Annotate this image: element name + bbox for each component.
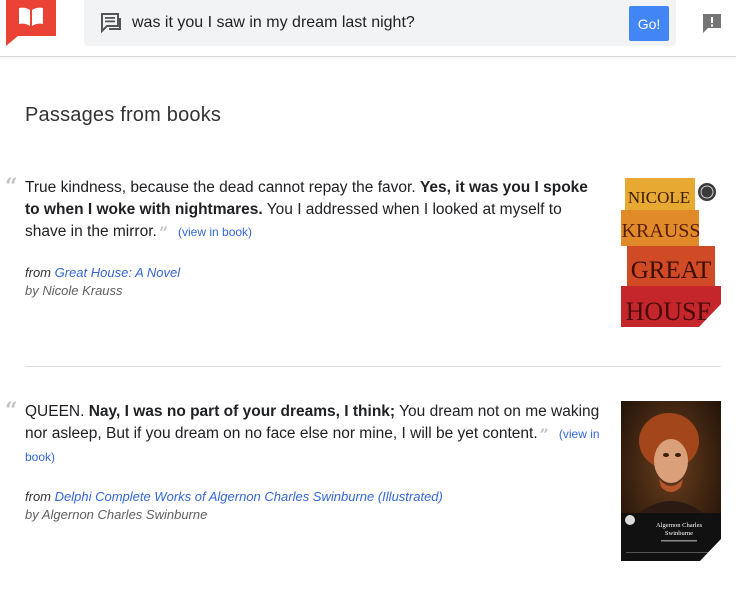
book-title-link[interactable]: Great House: A Novel	[55, 265, 180, 280]
search-box: Go!	[84, 0, 676, 46]
book-source: from Delphi Complete Works of Algernon C…	[25, 489, 443, 504]
view-in-book-link[interactable]: (view in book)	[178, 225, 252, 239]
chat-bubble-icon	[101, 13, 121, 34]
feedback-icon[interactable]	[701, 12, 723, 34]
passage-text: True kindness, because the dead cannot r…	[25, 179, 588, 242]
book-author: by Algernon Charles Swinburne	[25, 507, 208, 522]
svg-text:HOUSE: HOUSE	[626, 297, 713, 326]
book-cover-art: Algernon Charles Swinburne	[621, 401, 721, 561]
open-quote-icon: “	[5, 398, 18, 424]
svg-text:NICOLE: NICOLE	[628, 188, 690, 207]
top-bar: Go!	[0, 0, 736, 57]
svg-text:Swinburne: Swinburne	[665, 530, 693, 537]
svg-text:GREAT: GREAT	[631, 257, 712, 284]
book-cover-great-house[interactable]: NICOLE KRAUSS GREAT HOUSE	[621, 178, 721, 327]
svg-text:Algernon Charles: Algernon Charles	[656, 522, 703, 529]
search-input[interactable]	[132, 0, 612, 46]
book-title-link[interactable]: Delphi Complete Works of Algernon Charle…	[55, 489, 443, 504]
passage-text: QUEEN. Nay, I was no part of your dreams…	[25, 403, 600, 464]
go-button[interactable]: Go!	[629, 6, 669, 41]
section-title: Passages from books	[25, 104, 222, 126]
open-quote-icon: “	[5, 174, 18, 200]
close-quote-icon: ”	[158, 223, 169, 242]
divider	[25, 366, 721, 367]
book-source: from Great House: A Novel	[25, 265, 181, 280]
book-cover-swinburne[interactable]: Algernon Charles Swinburne	[621, 401, 721, 561]
svg-text:KRAUSS: KRAUSS	[622, 220, 701, 242]
passage-highlight: Nay, I was no part of your dreams, I thi…	[88, 403, 396, 420]
books-logo-icon[interactable]	[6, 0, 56, 46]
book-author: by Nicole Krauss	[25, 283, 123, 298]
book-cover-art: NICOLE KRAUSS GREAT HOUSE	[621, 178, 721, 327]
close-quote-icon: ”	[539, 425, 549, 444]
